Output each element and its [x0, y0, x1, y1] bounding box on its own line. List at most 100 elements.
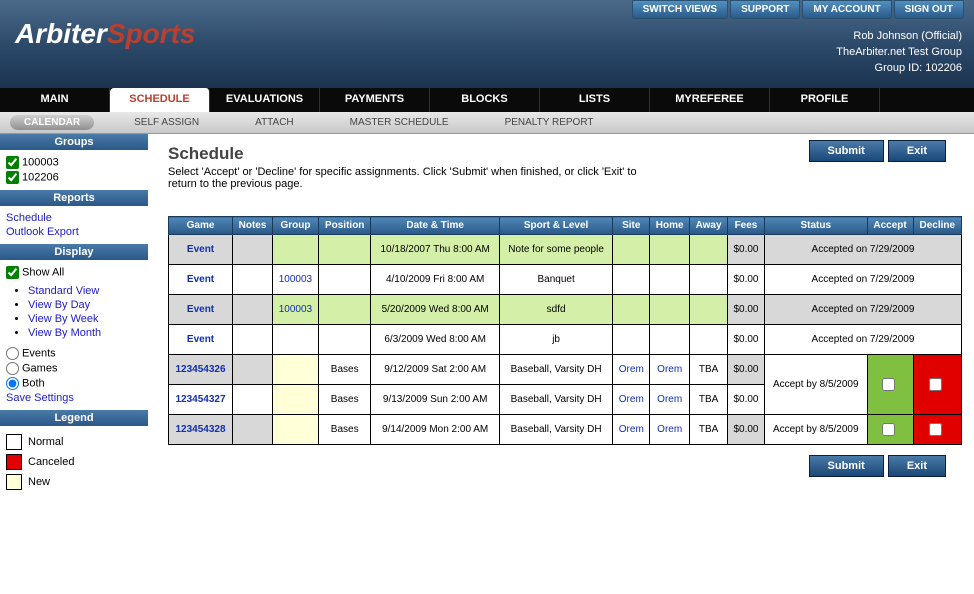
radio-games-label: Games: [22, 362, 57, 374]
fees-cell: $0.00: [728, 235, 765, 265]
fees-cell: $0.00: [728, 325, 765, 355]
table-row: Event 10/18/2007 Thu 8:00 AM Note for so…: [169, 235, 962, 265]
page-desc: Select 'Accept' or 'Decline' for specifi…: [168, 166, 648, 190]
game-link[interactable]: 123454327: [176, 394, 226, 405]
group-checkbox-100003[interactable]: 100003: [6, 156, 142, 169]
subnav-penalty[interactable]: PENALTY REPORT: [477, 117, 622, 128]
site-link[interactable]: Orem: [619, 394, 644, 405]
radio-games-input[interactable]: [6, 362, 19, 375]
game-link[interactable]: 123454326: [176, 364, 226, 375]
home-link[interactable]: Orem: [657, 424, 682, 435]
table-row: Event 6/3/2009 Wed 8:00 AM jb $0.00 Acce…: [169, 325, 962, 355]
sign-out-link[interactable]: SIGN OUT: [894, 0, 964, 19]
reports-header: Reports: [0, 190, 148, 206]
group-102206-input[interactable]: [6, 171, 19, 184]
game-link[interactable]: Event: [187, 304, 214, 315]
home-link[interactable]: Orem: [657, 394, 682, 405]
subnav-selfassign[interactable]: SELF ASSIGN: [106, 117, 227, 128]
col-datetime[interactable]: Date & Time: [371, 217, 499, 235]
col-sportlevel[interactable]: Sport & Level: [499, 217, 612, 235]
col-home[interactable]: Home: [650, 217, 690, 235]
col-away[interactable]: Away: [690, 217, 728, 235]
nav-myreferee[interactable]: MYREFEREE: [650, 88, 770, 112]
sportlevel-cell: Baseball, Varsity DH: [499, 415, 612, 445]
my-account-link[interactable]: MY ACCOUNT: [802, 0, 891, 19]
accept-cell[interactable]: [867, 355, 913, 415]
nav-main[interactable]: MAIN: [0, 88, 110, 112]
table-row: Event 100003 4/10/2009 Fri 8:00 AM Banqu…: [169, 265, 962, 295]
radio-games[interactable]: Games: [6, 362, 142, 375]
decline-cell[interactable]: [913, 415, 961, 445]
submit-button-top[interactable]: Submit: [809, 140, 884, 162]
exit-button-bottom[interactable]: Exit: [888, 455, 946, 477]
user-name: Rob Johnson (Official): [836, 28, 962, 44]
decline-cell[interactable]: [913, 355, 961, 415]
sportlevel-cell: jb: [499, 325, 612, 355]
site-cell: [613, 235, 650, 265]
subnav-master[interactable]: MASTER SCHEDULE: [322, 117, 477, 128]
col-decline[interactable]: Decline: [913, 217, 961, 235]
subnav-calendar[interactable]: CALENDAR: [10, 115, 94, 130]
col-game[interactable]: Game: [169, 217, 233, 235]
decline-checkbox[interactable]: [929, 378, 942, 391]
view-week-link[interactable]: View By Week: [28, 313, 142, 325]
status-cell: Accepted on 7/29/2009: [764, 325, 961, 355]
nav-lists[interactable]: LISTS: [540, 88, 650, 112]
view-standard-link[interactable]: Standard View: [28, 285, 142, 297]
position-cell: [318, 295, 371, 325]
nav-schedule[interactable]: SCHEDULE: [110, 88, 210, 112]
decline-checkbox[interactable]: [929, 423, 942, 436]
group-100003-input[interactable]: [6, 156, 19, 169]
header: SWITCH VIEWS SUPPORT MY ACCOUNT SIGN OUT…: [0, 0, 974, 88]
accept-checkbox[interactable]: [882, 423, 895, 436]
show-all-input[interactable]: [6, 266, 19, 279]
col-position[interactable]: Position: [318, 217, 371, 235]
report-outlook-link[interactable]: Outlook Export: [6, 226, 142, 238]
home-link[interactable]: Orem: [657, 364, 682, 375]
exit-button-top[interactable]: Exit: [888, 140, 946, 162]
accept-cell[interactable]: [867, 415, 913, 445]
group-checkbox-102206[interactable]: 102206: [6, 171, 142, 184]
radio-events[interactable]: Events: [6, 347, 142, 360]
datetime-cell: 9/13/2009 Sun 2:00 AM: [371, 385, 499, 415]
nav-profile[interactable]: PROFILE: [770, 88, 880, 112]
game-link[interactable]: Event: [187, 334, 214, 345]
site-link[interactable]: Orem: [619, 424, 644, 435]
submit-button-bottom[interactable]: Submit: [809, 455, 884, 477]
site-link[interactable]: Orem: [619, 364, 644, 375]
legend-header: Legend: [0, 410, 148, 426]
game-link[interactable]: 123454328: [176, 424, 226, 435]
nav-blocks[interactable]: BLOCKS: [430, 88, 540, 112]
col-status[interactable]: Status: [764, 217, 867, 235]
subnav-attach[interactable]: ATTACH: [227, 117, 322, 128]
col-accept[interactable]: Accept: [867, 217, 913, 235]
notes-cell: [233, 265, 273, 295]
legend-canceled: Canceled: [6, 454, 142, 470]
nav-evaluations[interactable]: EVALUATIONS: [210, 88, 320, 112]
col-fees[interactable]: Fees: [728, 217, 765, 235]
group-100003-label: 100003: [22, 156, 59, 168]
fees-cell: $0.00: [728, 295, 765, 325]
col-group[interactable]: Group: [272, 217, 318, 235]
show-all-checkbox[interactable]: Show All: [6, 266, 142, 279]
nav-payments[interactable]: PAYMENTS: [320, 88, 430, 112]
col-notes[interactable]: Notes: [233, 217, 273, 235]
sportlevel-cell: Baseball, Varsity DH: [499, 355, 612, 385]
accept-checkbox[interactable]: [882, 378, 895, 391]
radio-both-input[interactable]: [6, 377, 19, 390]
group-cell: [272, 325, 318, 355]
view-month-link[interactable]: View By Month: [28, 327, 142, 339]
game-link[interactable]: Event: [187, 244, 214, 255]
group-link[interactable]: 100003: [279, 274, 312, 285]
radio-both[interactable]: Both: [6, 377, 142, 390]
view-day-link[interactable]: View By Day: [28, 299, 142, 311]
radio-events-input[interactable]: [6, 347, 19, 360]
report-schedule-link[interactable]: Schedule: [6, 212, 142, 224]
support-link[interactable]: SUPPORT: [730, 0, 800, 19]
group-link[interactable]: 100003: [279, 304, 312, 315]
game-link[interactable]: Event: [187, 274, 214, 285]
save-settings-link[interactable]: Save Settings: [6, 392, 142, 404]
site-cell: [613, 265, 650, 295]
col-site[interactable]: Site: [613, 217, 650, 235]
switch-views-link[interactable]: SWITCH VIEWS: [632, 0, 728, 19]
